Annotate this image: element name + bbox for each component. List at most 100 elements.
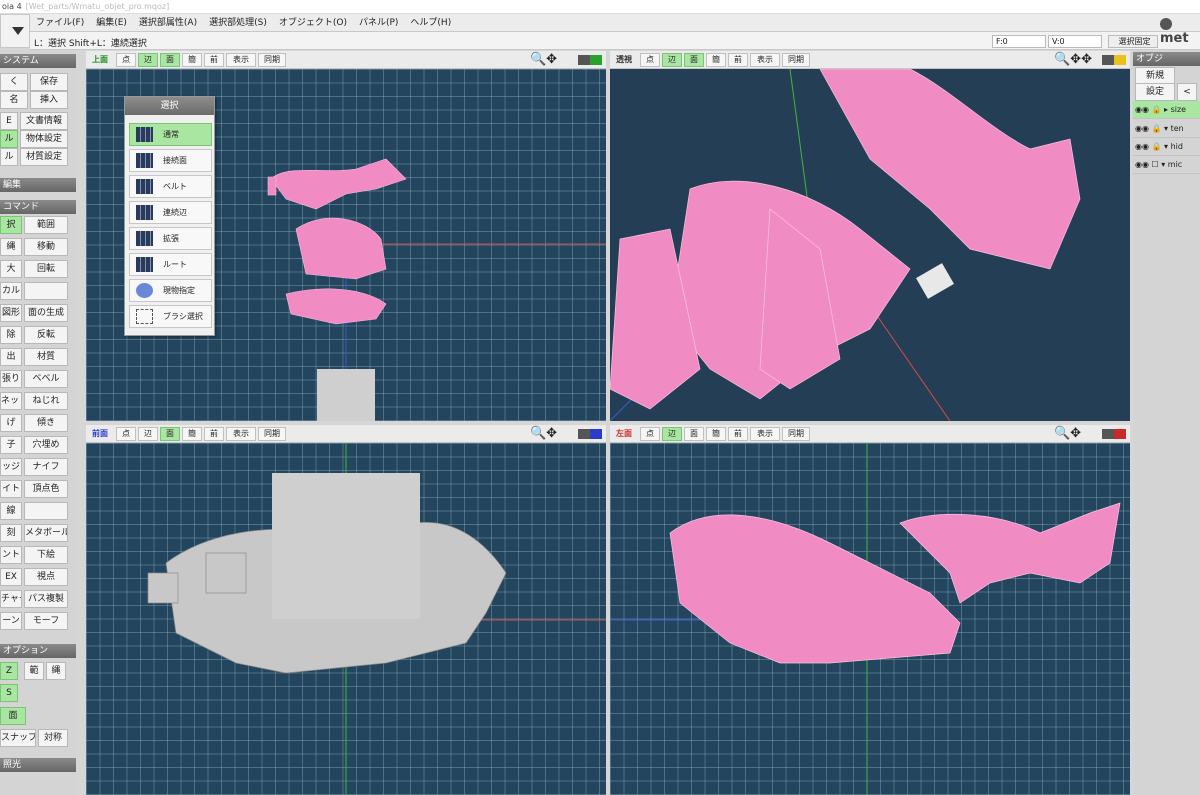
main-dropdown-button[interactable] xyxy=(0,14,30,48)
command-button-25[interactable]: 頂点色 xyxy=(24,480,68,498)
mode-simple[interactable]: 簡 xyxy=(706,53,726,67)
mode-vertex[interactable]: 点 xyxy=(640,53,660,67)
monitor-icon[interactable] xyxy=(1102,55,1126,65)
select-expand[interactable]: 拡張 xyxy=(129,227,212,250)
command-button-4[interactable]: 大 xyxy=(0,260,22,278)
select-connected[interactable]: 接続面 xyxy=(129,149,212,172)
menu-panel[interactable]: パネル(P) xyxy=(353,14,404,32)
option-z[interactable]: Z xyxy=(0,662,18,680)
zoom-move-icon[interactable]: 🔍✥ xyxy=(530,426,557,441)
menu-file[interactable]: ファイル(F) xyxy=(30,14,90,32)
zoom-move-icon[interactable]: 🔍✥ xyxy=(530,52,557,67)
command-button-37[interactable]: モーフ xyxy=(24,612,68,630)
command-button-3[interactable]: 移動 xyxy=(24,238,68,256)
command-button-2[interactable]: 縄 xyxy=(0,238,22,256)
sync-button[interactable]: 同期 xyxy=(782,427,810,441)
save-button[interactable]: 保存 xyxy=(30,73,68,91)
mode-vertex[interactable]: 点 xyxy=(116,427,136,441)
option-range[interactable]: 範 xyxy=(24,662,44,680)
monitor-icon[interactable] xyxy=(578,429,602,439)
viewport-front[interactable] xyxy=(86,443,606,795)
menu-selection-process[interactable]: 選択部処理(S) xyxy=(203,14,273,32)
zoom-move-icon[interactable]: 🔍✥ xyxy=(1054,426,1081,441)
mode-edge[interactable]: 辺 xyxy=(662,53,682,67)
command-button-28[interactable]: 刻 xyxy=(0,524,22,542)
command-button-36[interactable]: ーン xyxy=(0,612,22,630)
option-lasso[interactable]: 縄 xyxy=(46,662,66,680)
select-normal[interactable]: 通常 xyxy=(129,123,212,146)
command-button-30[interactable]: ント xyxy=(0,546,22,564)
btn-system-2[interactable]: 名 xyxy=(0,91,28,109)
monitor-icon[interactable] xyxy=(1102,429,1126,439)
sync-button[interactable]: 同期 xyxy=(258,427,286,441)
object-row-size[interactable]: ◉◉ 🔒 ▸ size xyxy=(1133,101,1200,119)
mode-front[interactable]: 前 xyxy=(728,427,748,441)
command-button-26[interactable]: 線 xyxy=(0,502,22,520)
display-button[interactable]: 表示 xyxy=(750,427,780,441)
select-route[interactable]: ルート xyxy=(129,253,212,276)
mode-front[interactable]: 前 xyxy=(204,53,224,67)
select-loop-edge[interactable]: 連続辺 xyxy=(129,201,212,224)
command-button-24[interactable]: イト xyxy=(0,480,22,498)
mode-edge[interactable]: 辺 xyxy=(662,427,682,441)
menu-selection-attr[interactable]: 選択部属性(A) xyxy=(133,14,203,32)
select-belt[interactable]: ベルト xyxy=(129,175,212,198)
monitor-icon[interactable] xyxy=(578,55,602,65)
command-button-16[interactable]: ネット xyxy=(0,392,22,410)
object-settings-button[interactable]: 物体設定 xyxy=(20,130,68,148)
sync-button[interactable]: 同期 xyxy=(258,53,286,67)
command-button-15[interactable]: ベベル xyxy=(24,370,68,388)
command-button-13[interactable]: 材質 xyxy=(24,348,68,366)
material-settings-button[interactable]: 材質設定 xyxy=(20,148,68,166)
insert-button[interactable]: 挿入 xyxy=(30,91,68,109)
btn-system-0[interactable]: く xyxy=(0,73,28,91)
command-button-9[interactable]: 面の生成 xyxy=(24,304,68,322)
btn-system-4[interactable]: E xyxy=(0,112,18,130)
mode-face[interactable]: 面 xyxy=(684,53,704,67)
menu-object[interactable]: オブジェクト(O) xyxy=(273,14,353,32)
viewport-left[interactable] xyxy=(610,443,1130,795)
command-button-34[interactable]: チャー xyxy=(0,590,22,608)
object-row-mic[interactable]: ◉◉ ☐ ▾ mic xyxy=(1133,156,1200,174)
command-button-23[interactable]: ナイフ xyxy=(24,458,68,476)
command-button-20[interactable]: 子 xyxy=(0,436,22,454)
command-button-12[interactable]: 出 xyxy=(0,348,22,366)
command-button-32[interactable]: EX xyxy=(0,568,22,586)
object-row-ten[interactable]: ◉◉ 🔒 ▾ ten xyxy=(1133,120,1200,138)
display-button[interactable]: 表示 xyxy=(226,53,256,67)
select-brush[interactable]: ブラシ選択 xyxy=(129,305,212,328)
command-button-27[interactable] xyxy=(24,502,68,520)
command-button-14[interactable]: 張り xyxy=(0,370,22,388)
option-face[interactable]: 面 xyxy=(0,707,26,725)
command-button-33[interactable]: 視点 xyxy=(24,568,68,586)
command-button-5[interactable]: 回転 xyxy=(24,260,68,278)
command-button-22[interactable]: ッジ xyxy=(0,458,22,476)
command-button-0[interactable]: 択 xyxy=(0,216,22,234)
command-button-8[interactable]: 図形 xyxy=(0,304,22,322)
mode-simple[interactable]: 簡 xyxy=(706,427,726,441)
command-button-17[interactable]: ねじれ xyxy=(24,392,68,410)
command-button-6[interactable]: カル xyxy=(0,282,22,300)
command-button-1[interactable]: 範囲 xyxy=(24,216,68,234)
select-by-object[interactable]: 現物指定 xyxy=(129,279,212,302)
mode-face[interactable]: 面 xyxy=(160,53,180,67)
command-button-31[interactable]: 下絵 xyxy=(24,546,68,564)
display-button[interactable]: 表示 xyxy=(750,53,780,67)
selection-lock-button[interactable]: 選択固定 xyxy=(1108,35,1158,48)
command-button-19[interactable]: 傾き xyxy=(24,414,68,432)
menu-edit[interactable]: 編集(E) xyxy=(90,14,133,32)
mode-face[interactable]: 面 xyxy=(160,427,180,441)
mode-vertex[interactable]: 点 xyxy=(116,53,136,67)
object-settings-button-right[interactable]: 設定 xyxy=(1135,83,1175,101)
btn-system-8[interactable]: ル xyxy=(0,148,18,166)
symmetry-button[interactable]: 対称 xyxy=(38,729,68,747)
menu-help[interactable]: ヘルプ(H) xyxy=(404,14,457,32)
sync-button[interactable]: 同期 xyxy=(782,53,810,67)
mode-edge[interactable]: 辺 xyxy=(138,427,158,441)
command-button-7[interactable] xyxy=(24,282,68,300)
mode-simple[interactable]: 簡 xyxy=(182,427,202,441)
option-s[interactable]: S xyxy=(0,684,18,702)
command-button-18[interactable]: げ xyxy=(0,414,22,432)
command-button-10[interactable]: 除 xyxy=(0,326,22,344)
display-button[interactable]: 表示 xyxy=(226,427,256,441)
